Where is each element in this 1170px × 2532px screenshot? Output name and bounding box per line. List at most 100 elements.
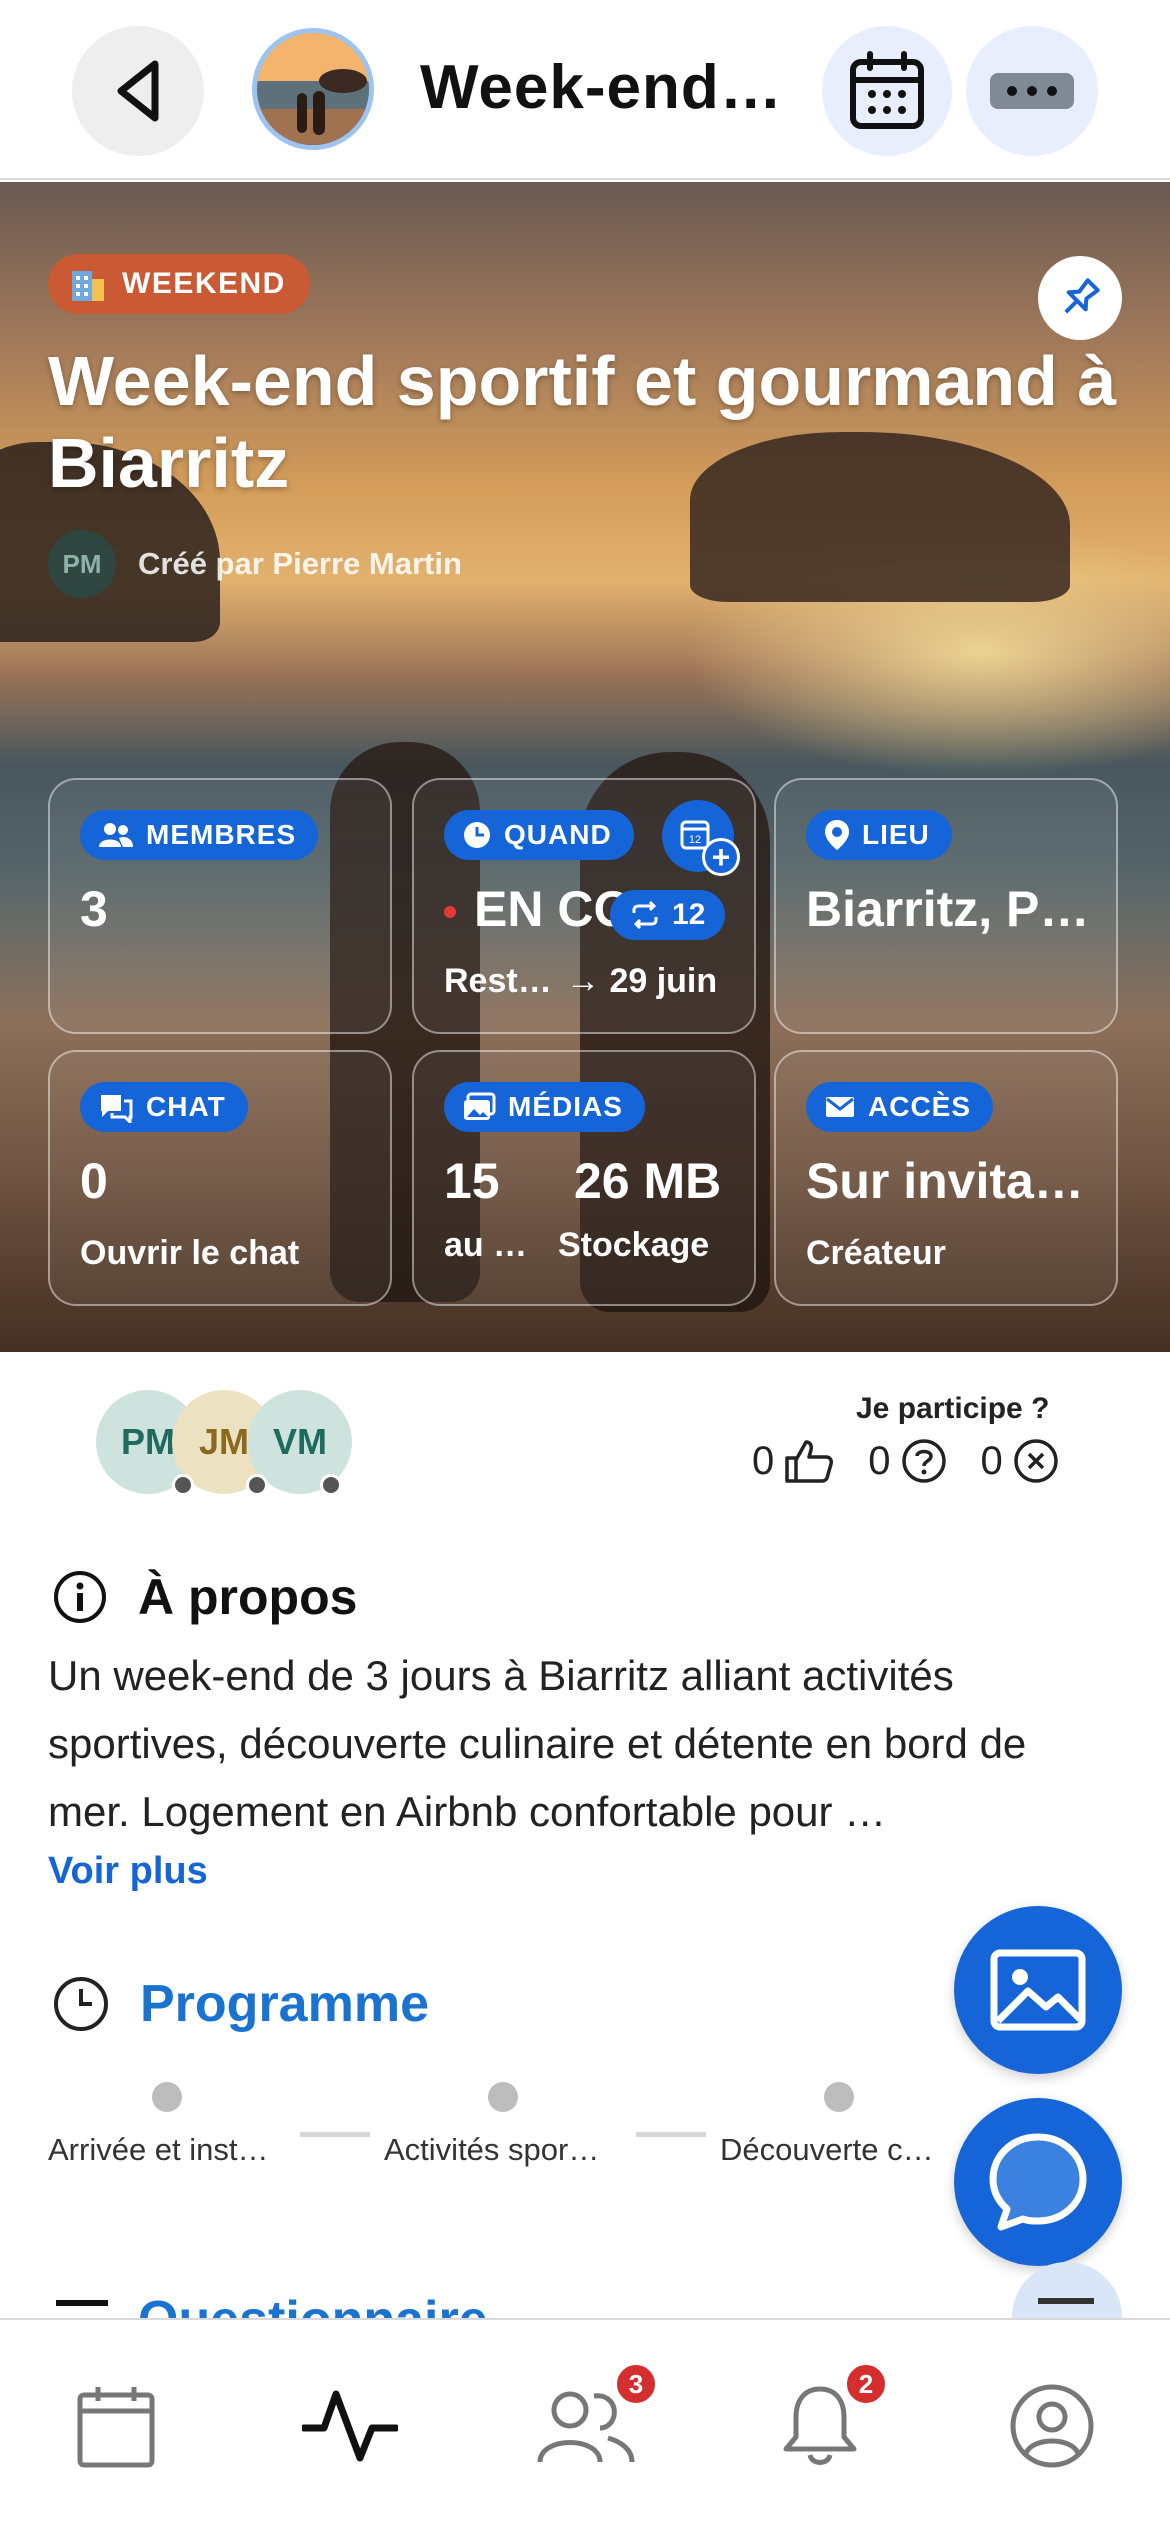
info-icon <box>54 1571 106 1623</box>
program-header[interactable]: Programme <box>52 1974 429 2034</box>
nav-profile[interactable] <box>992 2366 1112 2486</box>
about-header: À propos <box>52 1568 357 1626</box>
creator-avatar: PM <box>48 530 116 598</box>
vote-yes[interactable]: 0 <box>752 1438 834 1484</box>
nav-activity[interactable] <box>290 2366 410 2486</box>
open-chat-button[interactable] <box>954 2098 1122 2266</box>
more-icon <box>990 73 1074 109</box>
media-count: 15 <box>444 1153 500 1209</box>
plus-icon: + <box>702 838 740 876</box>
svg-text:12: 12 <box>689 834 701 846</box>
event-avatar[interactable] <box>252 28 374 150</box>
access-sub: Créateur <box>806 1234 946 1272</box>
calendar-icon <box>850 51 924 129</box>
access-card[interactable]: ACCÈS Sur invita… Créateur <box>774 1050 1118 1306</box>
vote-maybe[interactable]: 0 <box>868 1438 946 1484</box>
beach-photo-thumbnail <box>257 33 369 145</box>
media-card[interactable]: MÉDIAS 15 26 MB au … Stockage <box>412 1050 756 1306</box>
when-card[interactable]: QUAND 12 + EN CO 12 Rest… → 29 juin <box>412 778 756 1034</box>
nav-members[interactable]: 3 <box>526 2362 658 2486</box>
media-pill: MÉDIAS <box>444 1082 645 1132</box>
creator-row[interactable]: PM Créé par Pierre Martin <box>48 530 462 598</box>
program-step[interactable]: Arrivée et inst… <box>48 2132 269 2168</box>
place-card[interactable]: LIEU Biarritz, P… <box>774 778 1118 1034</box>
clock-icon <box>464 822 490 848</box>
about-description: Un week-end de 3 jours à Biarritz allian… <box>48 1652 1027 1835</box>
participation-question: Je participe ? <box>856 1392 1050 1425</box>
calendar-icon <box>77 2387 155 2468</box>
notifications-badge: 2 <box>844 2362 888 2406</box>
when-status: EN CO <box>474 881 633 937</box>
vote-no[interactable]: 0 <box>981 1438 1059 1484</box>
status-dot <box>320 1474 342 1496</box>
question-circle-icon <box>901 1439 946 1483</box>
participation-votes: 0 0 0 <box>752 1438 1083 1484</box>
thumbs-up-icon <box>785 1440 834 1483</box>
bottom-navigation: 3 2 <box>0 2318 1170 2532</box>
access-pill: ACCÈS <box>806 1082 994 1132</box>
members-pill: MEMBRES <box>80 810 319 860</box>
step-dot <box>152 2082 182 2112</box>
chat-bubbles-icon <box>101 1095 133 1123</box>
nav-notifications[interactable]: 2 <box>760 2362 888 2486</box>
event-title: Week-end sportif et gourmand à Biarritz <box>48 342 1117 502</box>
add-media-button[interactable] <box>954 1906 1122 2074</box>
when-pill: QUAND <box>444 810 634 860</box>
location-pin-icon <box>825 820 849 850</box>
recurrence-chip[interactable]: 12 <box>610 890 726 940</box>
media-count-label: au … <box>444 1226 528 1264</box>
chat-pill: CHAT <box>80 1082 248 1132</box>
when-end: → 29 juin <box>566 962 718 1000</box>
see-more-link[interactable]: Voir plus <box>48 1850 208 1893</box>
status-dot <box>172 1474 194 1496</box>
place-value: Biarritz, P… <box>806 881 1090 937</box>
event-type-label: WEEKEND <box>122 267 286 300</box>
step-connector <box>300 2132 370 2137</box>
step-dot <box>488 2082 518 2112</box>
event-type-badge: WEEKEND <box>48 254 310 314</box>
open-chat-link[interactable]: Ouvrir le chat <box>80 1234 299 1273</box>
members-card[interactable]: MEMBRES 3 <box>48 778 392 1034</box>
list-icon <box>56 2300 108 2306</box>
top-app-bar: Week-end… <box>0 0 1170 180</box>
close-circle-icon <box>1014 1439 1058 1483</box>
live-indicator-dot <box>444 906 456 918</box>
program-step[interactable]: Découverte c… <box>720 2132 934 2168</box>
media-storage: 26 MB <box>574 1153 722 1209</box>
calendar-button[interactable] <box>822 26 952 156</box>
event-hero: WEEKEND Week-end sportif et gourmand à B… <box>0 182 1170 1352</box>
pin-icon <box>1064 278 1100 314</box>
access-value: Sur invita… <box>806 1153 1084 1209</box>
step-connector <box>636 2132 706 2137</box>
image-icon <box>990 1949 1086 2031</box>
envelope-icon <box>826 1097 854 1117</box>
sort-icon <box>1038 2298 1094 2304</box>
back-button[interactable] <box>72 26 204 156</box>
step-dot <box>824 2082 854 2112</box>
members-icon <box>99 823 133 847</box>
nav-calendar[interactable] <box>56 2366 176 2486</box>
clock-outline-icon <box>54 1977 108 2031</box>
more-options-button[interactable] <box>966 26 1098 156</box>
photos-icon <box>464 1092 496 1120</box>
status-dot <box>246 1474 268 1496</box>
place-pill: LIEU <box>806 810 952 860</box>
program-title: Programme <box>140 1975 429 2033</box>
participant-avatars[interactable]: PM JM VM <box>96 1390 356 1496</box>
profile-icon <box>1010 2384 1094 2468</box>
creator-label: Créé par Pierre Martin <box>138 546 462 581</box>
page-title: Week-end… <box>420 53 780 122</box>
add-to-calendar-button[interactable]: 12 + <box>662 800 740 876</box>
chat-bubble-icon <box>989 2133 1087 2231</box>
members-count: 3 <box>80 881 108 937</box>
chat-count: 0 <box>80 1153 108 1209</box>
pin-button[interactable] <box>1038 256 1122 340</box>
chevron-left-icon <box>117 60 159 122</box>
hotel-icon <box>72 271 104 301</box>
program-step[interactable]: Activités spor… <box>384 2132 599 2168</box>
activity-icon <box>302 2390 398 2462</box>
members-notification-badge: 3 <box>614 2362 658 2406</box>
media-storage-label: Stockage <box>558 1226 710 1264</box>
chat-card[interactable]: CHAT 0 Ouvrir le chat <box>48 1050 392 1306</box>
repeat-icon <box>632 901 658 929</box>
